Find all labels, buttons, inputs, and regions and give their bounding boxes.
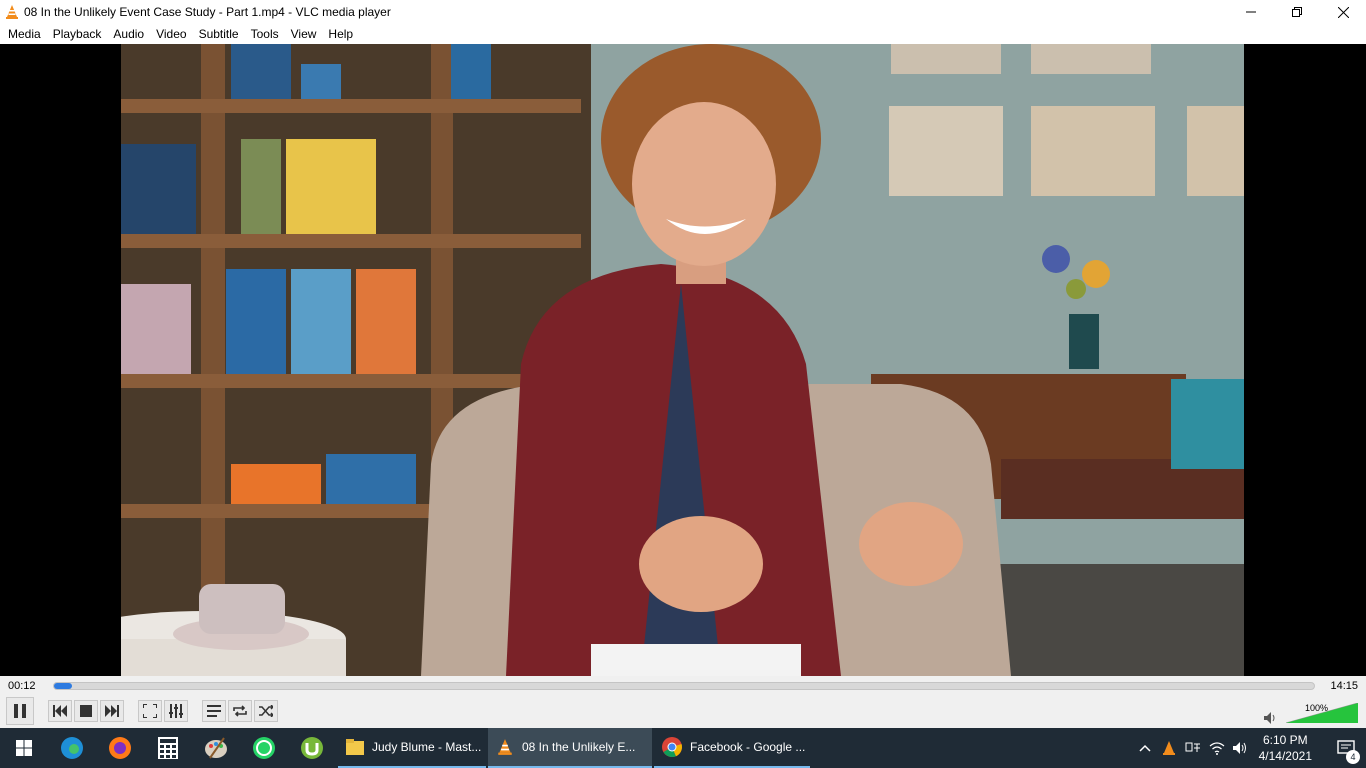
volume-slider[interactable] bbox=[1286, 703, 1358, 723]
window-title: 08 In the Unlikely Event Case Study - Pa… bbox=[24, 5, 391, 19]
system-tray: 6:10 PM 4/14/2021 4 bbox=[1133, 728, 1366, 768]
menu-subtitle[interactable]: Subtitle bbox=[193, 24, 245, 44]
menu-tools[interactable]: Tools bbox=[245, 24, 285, 44]
seek-progress bbox=[54, 683, 72, 689]
whatsapp-icon bbox=[253, 737, 275, 759]
seek-slider[interactable] bbox=[53, 682, 1315, 690]
edge-icon bbox=[61, 737, 83, 759]
windows-start-icon bbox=[16, 740, 32, 756]
stop-button[interactable] bbox=[74, 700, 98, 722]
playback-controls: 00:12 14:15 100% bbox=[0, 676, 1366, 728]
shuffle-button[interactable] bbox=[254, 700, 278, 722]
vlc-icon bbox=[498, 739, 512, 755]
tray-clock[interactable]: 6:10 PM 4/14/2021 bbox=[1259, 732, 1312, 764]
notification-badge: 4 bbox=[1346, 750, 1360, 764]
chrome-icon bbox=[662, 737, 682, 757]
loop-icon bbox=[233, 705, 247, 717]
fullscreen-button[interactable] bbox=[138, 700, 162, 722]
keyboard-language-icon bbox=[1185, 742, 1200, 752]
clock-date: 4/14/2021 bbox=[1258, 749, 1312, 763]
pause-button[interactable] bbox=[6, 697, 34, 725]
next-button[interactable] bbox=[100, 700, 124, 722]
video-display[interactable] bbox=[0, 44, 1366, 676]
utorrent-icon bbox=[301, 737, 323, 759]
minimize-button[interactable] bbox=[1228, 0, 1274, 24]
vlc-icon bbox=[1162, 741, 1175, 755]
taskbar-task-chrome[interactable]: Facebook - Google ... bbox=[654, 728, 810, 768]
paint-icon bbox=[205, 737, 227, 759]
clock-time: 6:10 PM bbox=[1262, 733, 1308, 747]
skip-next-icon bbox=[105, 705, 119, 717]
speaker-icon bbox=[1232, 742, 1246, 754]
video-scene bbox=[121, 44, 1244, 676]
show-hidden-icons-button[interactable] bbox=[1133, 744, 1157, 752]
video-frame bbox=[121, 44, 1244, 676]
calculator-icon bbox=[158, 737, 178, 759]
taskbar-edge[interactable] bbox=[48, 728, 96, 768]
current-time: 00:12 bbox=[8, 680, 36, 692]
taskbar-whatsapp[interactable] bbox=[240, 728, 288, 768]
menu-help[interactable]: Help bbox=[322, 24, 359, 44]
menu-view[interactable]: View bbox=[285, 24, 323, 44]
wifi-icon bbox=[1209, 742, 1224, 755]
task-label: Facebook - Google ... bbox=[690, 740, 806, 754]
speaker-icon[interactable] bbox=[1264, 712, 1278, 724]
menu-video[interactable]: Video bbox=[150, 24, 192, 44]
vlc-icon bbox=[6, 5, 18, 19]
taskbar-task-explorer[interactable]: Judy Blume - Mast... bbox=[338, 728, 486, 768]
taskbar-calculator[interactable] bbox=[144, 728, 192, 768]
menu-audio[interactable]: Audio bbox=[107, 24, 150, 44]
firefox-icon bbox=[109, 737, 131, 759]
task-label: Judy Blume - Mast... bbox=[372, 740, 482, 754]
stop-icon bbox=[80, 705, 92, 717]
close-button[interactable] bbox=[1320, 0, 1366, 24]
minimize-icon bbox=[1246, 11, 1256, 13]
folder-icon bbox=[346, 739, 364, 755]
extended-settings-button[interactable] bbox=[164, 700, 188, 722]
windows-taskbar: Judy Blume - Mast... 08 In the Unlikely … bbox=[0, 728, 1366, 768]
skip-previous-icon bbox=[53, 705, 67, 717]
restore-button[interactable] bbox=[1274, 0, 1320, 24]
tray-vlc[interactable] bbox=[1157, 740, 1181, 756]
tray-network[interactable] bbox=[1205, 741, 1229, 755]
taskbar-paint[interactable] bbox=[192, 728, 240, 768]
menu-media[interactable]: Media bbox=[2, 24, 47, 44]
shuffle-icon bbox=[259, 705, 273, 717]
equalizer-icon bbox=[169, 704, 183, 718]
tray-volume[interactable] bbox=[1229, 741, 1253, 755]
loop-button[interactable] bbox=[228, 700, 252, 722]
previous-button[interactable] bbox=[48, 700, 72, 722]
title-bar: 08 In the Unlikely Event Case Study - Pa… bbox=[0, 0, 1366, 24]
taskbar-firefox[interactable] bbox=[96, 728, 144, 768]
pause-icon bbox=[14, 704, 26, 718]
playlist-icon bbox=[207, 705, 221, 717]
restore-icon bbox=[1292, 7, 1302, 17]
tray-input-language[interactable] bbox=[1181, 741, 1205, 755]
task-label: 08 In the Unlikely E... bbox=[522, 740, 636, 754]
taskbar-utorrent[interactable] bbox=[288, 728, 336, 768]
windows-start-button[interactable] bbox=[0, 728, 48, 768]
playlist-button[interactable] bbox=[202, 700, 226, 722]
chevron-up-icon bbox=[1139, 744, 1151, 752]
menu-playback[interactable]: Playback bbox=[47, 24, 108, 44]
taskbar-task-vlc[interactable]: 08 In the Unlikely E... bbox=[488, 728, 652, 768]
action-center-button[interactable]: 4 bbox=[1326, 740, 1366, 764]
total-time: 14:15 bbox=[1330, 680, 1358, 692]
close-icon bbox=[1337, 6, 1349, 18]
fullscreen-icon bbox=[143, 704, 157, 718]
menu-bar: Media Playback Audio Video Subtitle Tool… bbox=[0, 24, 1366, 44]
